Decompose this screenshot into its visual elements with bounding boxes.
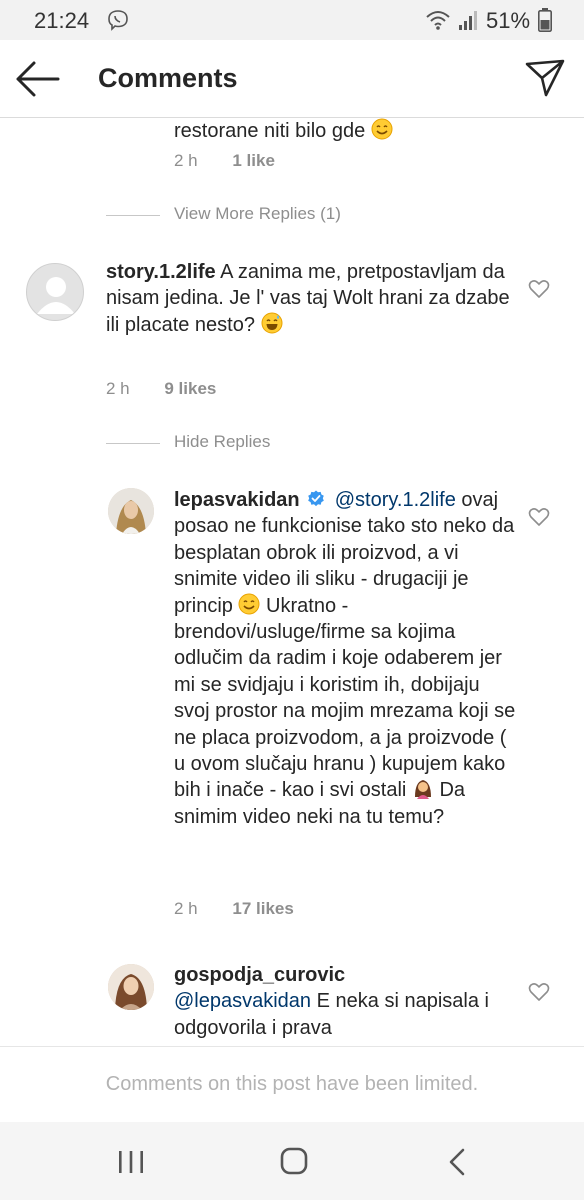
smiling-emoji-icon [238, 593, 260, 615]
battery-percent: 51% [486, 8, 531, 33]
comments-header: Comments [0, 40, 584, 118]
divider-line [106, 443, 160, 444]
divider-line [106, 215, 160, 216]
comment-reply: lepasvakidan @story.1.2life ovaj posao n… [174, 487, 520, 830]
shrug-woman-emoji-icon [412, 777, 434, 800]
comment-reply: gospodja_curovic @lepasvakidan E neka si… [174, 962, 520, 1041]
comment-username[interactable]: lepasvakidan [174, 489, 300, 511]
heart-icon[interactable] [528, 982, 550, 1002]
back-arrow-icon[interactable] [14, 59, 60, 99]
signal-icon [459, 11, 477, 30]
profile-photo [108, 964, 154, 1010]
hide-replies-label[interactable]: Hide Replies [174, 432, 270, 452]
recent-apps-icon[interactable] [117, 1149, 145, 1175]
status-bar: 21:24 51% [0, 0, 584, 40]
comment-meta: 2 h 1 like [174, 151, 275, 171]
comment-time: 2 h [174, 151, 198, 170]
comments-limited-footer: Comments on this post have been limited. [0, 1046, 584, 1122]
comment-text: Ukratno - brendovi/usluge/firme sa kojim… [174, 594, 516, 802]
comment-text: restorane niti bilo gde [174, 120, 366, 142]
system-back-icon[interactable] [446, 1148, 468, 1176]
avatar[interactable] [26, 263, 84, 321]
avatar[interactable] [108, 964, 154, 1010]
verified-badge-icon [308, 490, 324, 507]
mention-link[interactable]: @lepasvakidan [174, 990, 311, 1012]
comment-username[interactable]: story.1.2life [106, 261, 216, 283]
comment-time: 2 h [106, 379, 130, 398]
view-more-replies-label[interactable]: View More Replies (1) [174, 204, 341, 224]
comment-text-truncated: restorane niti bilo gde [174, 118, 554, 144]
mention-link[interactable]: @story.1.2life [335, 489, 456, 511]
comment: story.1.2life A zanima me, pretpostavlja… [106, 259, 520, 338]
page-title: Comments [98, 63, 238, 93]
status-time: 21:24 [34, 8, 90, 33]
heart-icon[interactable] [528, 507, 550, 527]
viber-icon [108, 10, 128, 31]
comment-username[interactable]: gospodja_curovic [174, 964, 345, 986]
comment-likes[interactable]: 9 likes [164, 379, 216, 398]
comment-meta: 2 h 17 likes [174, 899, 294, 919]
comments-list[interactable]: restorane niti bilo gde 2 h 1 like View … [0, 118, 584, 1046]
direct-send-icon[interactable] [524, 58, 566, 98]
comment-meta: 2 h 9 likes [106, 379, 216, 399]
comment-likes[interactable]: 1 like [232, 151, 275, 170]
home-icon[interactable] [280, 1147, 308, 1175]
default-avatar-icon [37, 277, 75, 314]
profile-photo [108, 488, 154, 534]
system-navigation-bar [0, 1122, 584, 1200]
comment-time: 2 h [174, 899, 198, 918]
sweat-smile-emoji-icon [261, 312, 283, 334]
battery-icon [538, 8, 552, 32]
comments-limited-notice: Comments on this post have been limited. [105, 1073, 479, 1095]
smiling-emoji-icon [371, 118, 393, 140]
comment-likes[interactable]: 17 likes [232, 899, 293, 918]
heart-icon[interactable] [528, 279, 550, 299]
avatar[interactable] [108, 488, 154, 534]
hide-replies-button[interactable]: Hide Replies [106, 432, 366, 456]
view-more-replies-button[interactable]: View More Replies (1) [106, 204, 406, 228]
wifi-icon [426, 11, 450, 30]
